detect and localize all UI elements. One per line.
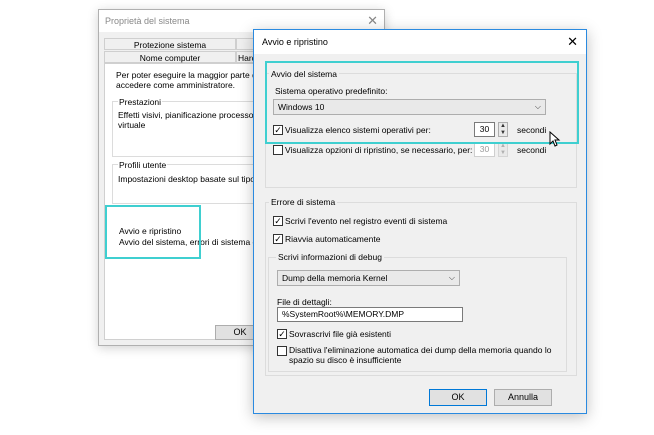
performance-text-1: Effetti visivi, pianificazione processor…: [118, 110, 256, 120]
system-properties-title: Proprietà del sistema: [105, 16, 190, 26]
show-recovery-spinner[interactable]: ▲ ▼: [498, 142, 508, 157]
checkmark-icon: ✓: [274, 216, 282, 226]
close-icon[interactable]: ✕: [367, 13, 378, 29]
disable-auto-delete-label-2: spazio su disco è insufficiente: [289, 355, 402, 365]
write-event-checkbox[interactable]: ✓: [273, 216, 283, 226]
disable-auto-delete-checkbox[interactable]: [277, 346, 287, 356]
tab-computer-name[interactable]: Nome computer: [104, 51, 236, 63]
checkmark-icon: ✓: [278, 329, 286, 339]
dump-file-input[interactable]: %SystemRoot%\MEMORY.DMP: [277, 307, 463, 322]
user-profiles-group: [112, 164, 256, 204]
cancel-button[interactable]: Annulla: [494, 389, 552, 406]
mouse-pointer-icon: [549, 131, 561, 147]
admin-note-line-2: accedere come amministratore.: [116, 80, 236, 90]
checkmark-icon: ✓: [274, 234, 282, 244]
overwrite-label: Sovrascrivi file già esistenti: [289, 329, 392, 339]
ok-button[interactable]: OK: [429, 389, 487, 406]
disable-auto-delete-label-1: Disattiva l'eliminazione automatica dei …: [289, 345, 552, 355]
dump-file-label: File di dettagli:: [277, 297, 332, 307]
tab-label: Protezione sistema: [133, 40, 207, 50]
system-failure-label: Errore di sistema: [269, 197, 338, 207]
dump-type-select[interactable]: Dump della memoria Kernel ⌵: [277, 270, 460, 286]
user-profiles-title: Profili utente: [118, 160, 168, 170]
debug-info-label: Scrivi informazioni di debug: [276, 252, 384, 262]
dump-type-value: Dump della memoria Kernel: [282, 273, 388, 283]
performance-title: Prestazioni: [118, 97, 163, 107]
spin-up-icon[interactable]: ▲: [499, 143, 507, 150]
startup-recovery-dialog-title: Avvio e ripristino: [262, 37, 328, 47]
close-icon[interactable]: ✕: [567, 34, 578, 50]
chevron-down-icon: ⌵: [448, 273, 455, 282]
tab-system-protection[interactable]: Protezione sistema: [104, 38, 236, 50]
seconds-unit-label-2: secondi: [517, 145, 547, 155]
startup-recovery-highlight: [105, 205, 201, 259]
tab-label: Nome computer: [139, 53, 201, 63]
startup-recovery-titlebar: Avvio e ripristino ✕: [254, 30, 586, 54]
write-event-label: Scrivi l'evento nel registro eventi di s…: [285, 216, 448, 226]
performance-text-2: virtuale: [118, 120, 146, 130]
show-recovery-label: Visualizza opzioni di ripristino, se nec…: [285, 145, 473, 155]
system-startup-highlight: [265, 61, 579, 144]
auto-restart-checkbox[interactable]: ✓: [273, 234, 283, 244]
show-recovery-seconds-input[interactable]: 30: [474, 142, 495, 157]
user-profiles-text: Impostazioni desktop basate sul tipo di …: [118, 174, 256, 184]
spin-down-icon[interactable]: ▼: [499, 150, 507, 157]
overwrite-checkbox[interactable]: ✓: [277, 329, 287, 339]
auto-restart-label: Riavvia automaticamente: [285, 234, 381, 244]
admin-note-line-1: Per poter eseguire la maggior parte dell…: [116, 70, 254, 80]
show-recovery-checkbox[interactable]: [273, 145, 283, 155]
